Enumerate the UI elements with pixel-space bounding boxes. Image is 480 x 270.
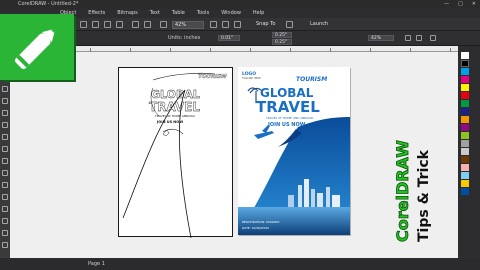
eyedropper-tool-icon[interactable]: [2, 242, 8, 248]
zoom-page-icon[interactable]: [430, 35, 436, 41]
swatch-magenta[interactable]: [461, 76, 469, 83]
text-tool-icon[interactable]: [2, 182, 8, 188]
pick-tool-icon[interactable]: [2, 86, 8, 92]
wireframe-tagline-text: TRAVEL AT HOME ABROAD: [154, 114, 195, 118]
freehand-tool-icon[interactable]: [2, 134, 8, 140]
crop-tool-icon[interactable]: [2, 110, 8, 116]
print-icon[interactable]: [116, 21, 123, 28]
wireframe-page[interactable]: TOURISM GLOBAL TRAVEL TRAVEL AT HOME ABR…: [118, 67, 233, 239]
wireframe-tourism-text: TOURISM: [198, 74, 227, 80]
overlay-tips-text: Tips & Trick: [416, 149, 432, 242]
swatch-purple[interactable]: [461, 124, 469, 131]
zoom-level-field[interactable]: 42%: [172, 21, 204, 29]
parallel-dimension-tool-icon[interactable]: [2, 194, 8, 200]
duplicate-x-field[interactable]: 0.25": [272, 32, 292, 38]
units-dropdown[interactable]: Units: inches: [168, 35, 200, 41]
swatch-black[interactable]: [461, 60, 469, 67]
poster-page[interactable]: LOGO TAGLINE HERE TOURISM GLOBAL TRAVEL …: [238, 67, 350, 235]
full-screen-icon[interactable]: [210, 21, 217, 28]
zoom-in-icon[interactable]: [405, 35, 411, 41]
swatch-gold[interactable]: [461, 180, 469, 187]
status-bar: Page 1: [0, 258, 480, 270]
window-controls: — □ ✕: [444, 0, 476, 9]
swatch-orange[interactable]: [461, 116, 469, 123]
swatch-light-gray[interactable]: [461, 148, 469, 155]
poster-join-text: JOIN US NOW: [267, 122, 306, 128]
menu-tools[interactable]: Tools: [197, 9, 209, 18]
maximize-button[interactable]: □: [458, 0, 463, 9]
wireframe-join-text: JOIN US NOW: [156, 120, 183, 124]
ellipse-tool-icon[interactable]: [2, 158, 8, 164]
open-icon[interactable]: [92, 21, 99, 28]
swatch-cyan[interactable]: [461, 68, 469, 75]
swatch-sky[interactable]: [461, 172, 469, 179]
shape-tool-icon[interactable]: [2, 98, 8, 104]
menu-effects[interactable]: Effects: [88, 9, 105, 18]
zoom-out-icon[interactable]: [416, 35, 422, 41]
swatch-pink[interactable]: [461, 164, 469, 171]
launch-dropdown[interactable]: Launch: [308, 21, 338, 29]
menu-table[interactable]: Table: [172, 9, 185, 18]
coreldraw-window: CorelDRAW - Untitled-2* — □ ✕ Object Eff…: [0, 0, 480, 270]
minimize-button[interactable]: —: [444, 0, 449, 9]
transparency-tool-icon[interactable]: [2, 230, 8, 236]
snap-to-dropdown[interactable]: Snap To: [254, 21, 280, 29]
tips-overlay: CorelDRAW Tips & Trick: [386, 134, 438, 244]
poster-artwork: LOGO TAGLINE HERE TOURISM GLOBAL TRAVEL …: [238, 67, 350, 235]
pen-icon: [0, 14, 74, 80]
save-icon[interactable]: [104, 21, 111, 28]
undo-icon[interactable]: [132, 21, 139, 28]
close-button[interactable]: ✕: [472, 0, 476, 9]
color-palette: [458, 46, 480, 258]
swatch-green[interactable]: [461, 100, 469, 107]
zoom-tool-icon[interactable]: [2, 122, 8, 128]
swatch-red[interactable]: [461, 92, 469, 99]
wireframe-artwork: TOURISM GLOBAL TRAVEL TRAVEL AT HOME ABR…: [122, 72, 227, 239]
menu-bitmaps[interactable]: Bitmaps: [117, 9, 138, 18]
title-bar: CorelDRAW - Untitled-2* — □ ✕: [0, 0, 480, 9]
swatch-blue[interactable]: [461, 108, 469, 115]
swatch-navy[interactable]: [461, 188, 469, 195]
redo-icon[interactable]: [144, 21, 151, 28]
rectangle-tool-icon[interactable]: [2, 146, 8, 152]
new-icon[interactable]: [80, 21, 87, 28]
poster-tagline-text: TRAVEL AT HOME AND ABROAD: [265, 116, 314, 120]
menu-window[interactable]: Window: [221, 9, 241, 18]
window-title: CorelDRAW - Untitled-2*: [18, 1, 79, 7]
nudge-field[interactable]: 0.01": [218, 35, 240, 41]
swatch-brown[interactable]: [461, 156, 469, 163]
poster-footer-registration: REGISTRATION: 0000000: [242, 220, 279, 224]
rulers-icon[interactable]: [222, 21, 229, 28]
import-icon[interactable]: [160, 21, 167, 28]
swatch-yellow[interactable]: [461, 84, 469, 91]
menu-text[interactable]: Text: [150, 9, 160, 18]
grid-icon[interactable]: [234, 21, 241, 28]
page-tab[interactable]: Page 1: [88, 258, 105, 270]
poster-logo-subtext: TAGLINE HERE: [242, 76, 261, 80]
polygon-tool-icon[interactable]: [2, 170, 8, 176]
swatch-gray[interactable]: [461, 140, 469, 147]
poster-travel-text: TRAVEL: [256, 98, 320, 116]
drop-shadow-tool-icon[interactable]: [2, 218, 8, 224]
swatch-white[interactable]: [461, 52, 469, 59]
options-icon[interactable]: [286, 21, 293, 28]
poster-tourism-text: TOURISM: [296, 76, 327, 83]
drawing-canvas[interactable]: TOURISM GLOBAL TRAVEL TRAVEL AT HOME ABR…: [10, 52, 458, 258]
swatch-lime[interactable]: [461, 132, 469, 139]
coreldraw-logo: [0, 14, 74, 80]
overlay-coreldraw-text: CorelDRAW: [393, 140, 412, 242]
poster-footer-date: DATE: 00/00/0000: [242, 226, 269, 230]
menu-help[interactable]: Help: [253, 9, 264, 18]
connector-tool-icon[interactable]: [2, 206, 8, 212]
zoom-field[interactable]: 42%: [368, 35, 394, 41]
wireframe-travel-text: TRAVEL: [149, 100, 200, 114]
duplicate-y-field[interactable]: 0.25": [272, 39, 292, 45]
